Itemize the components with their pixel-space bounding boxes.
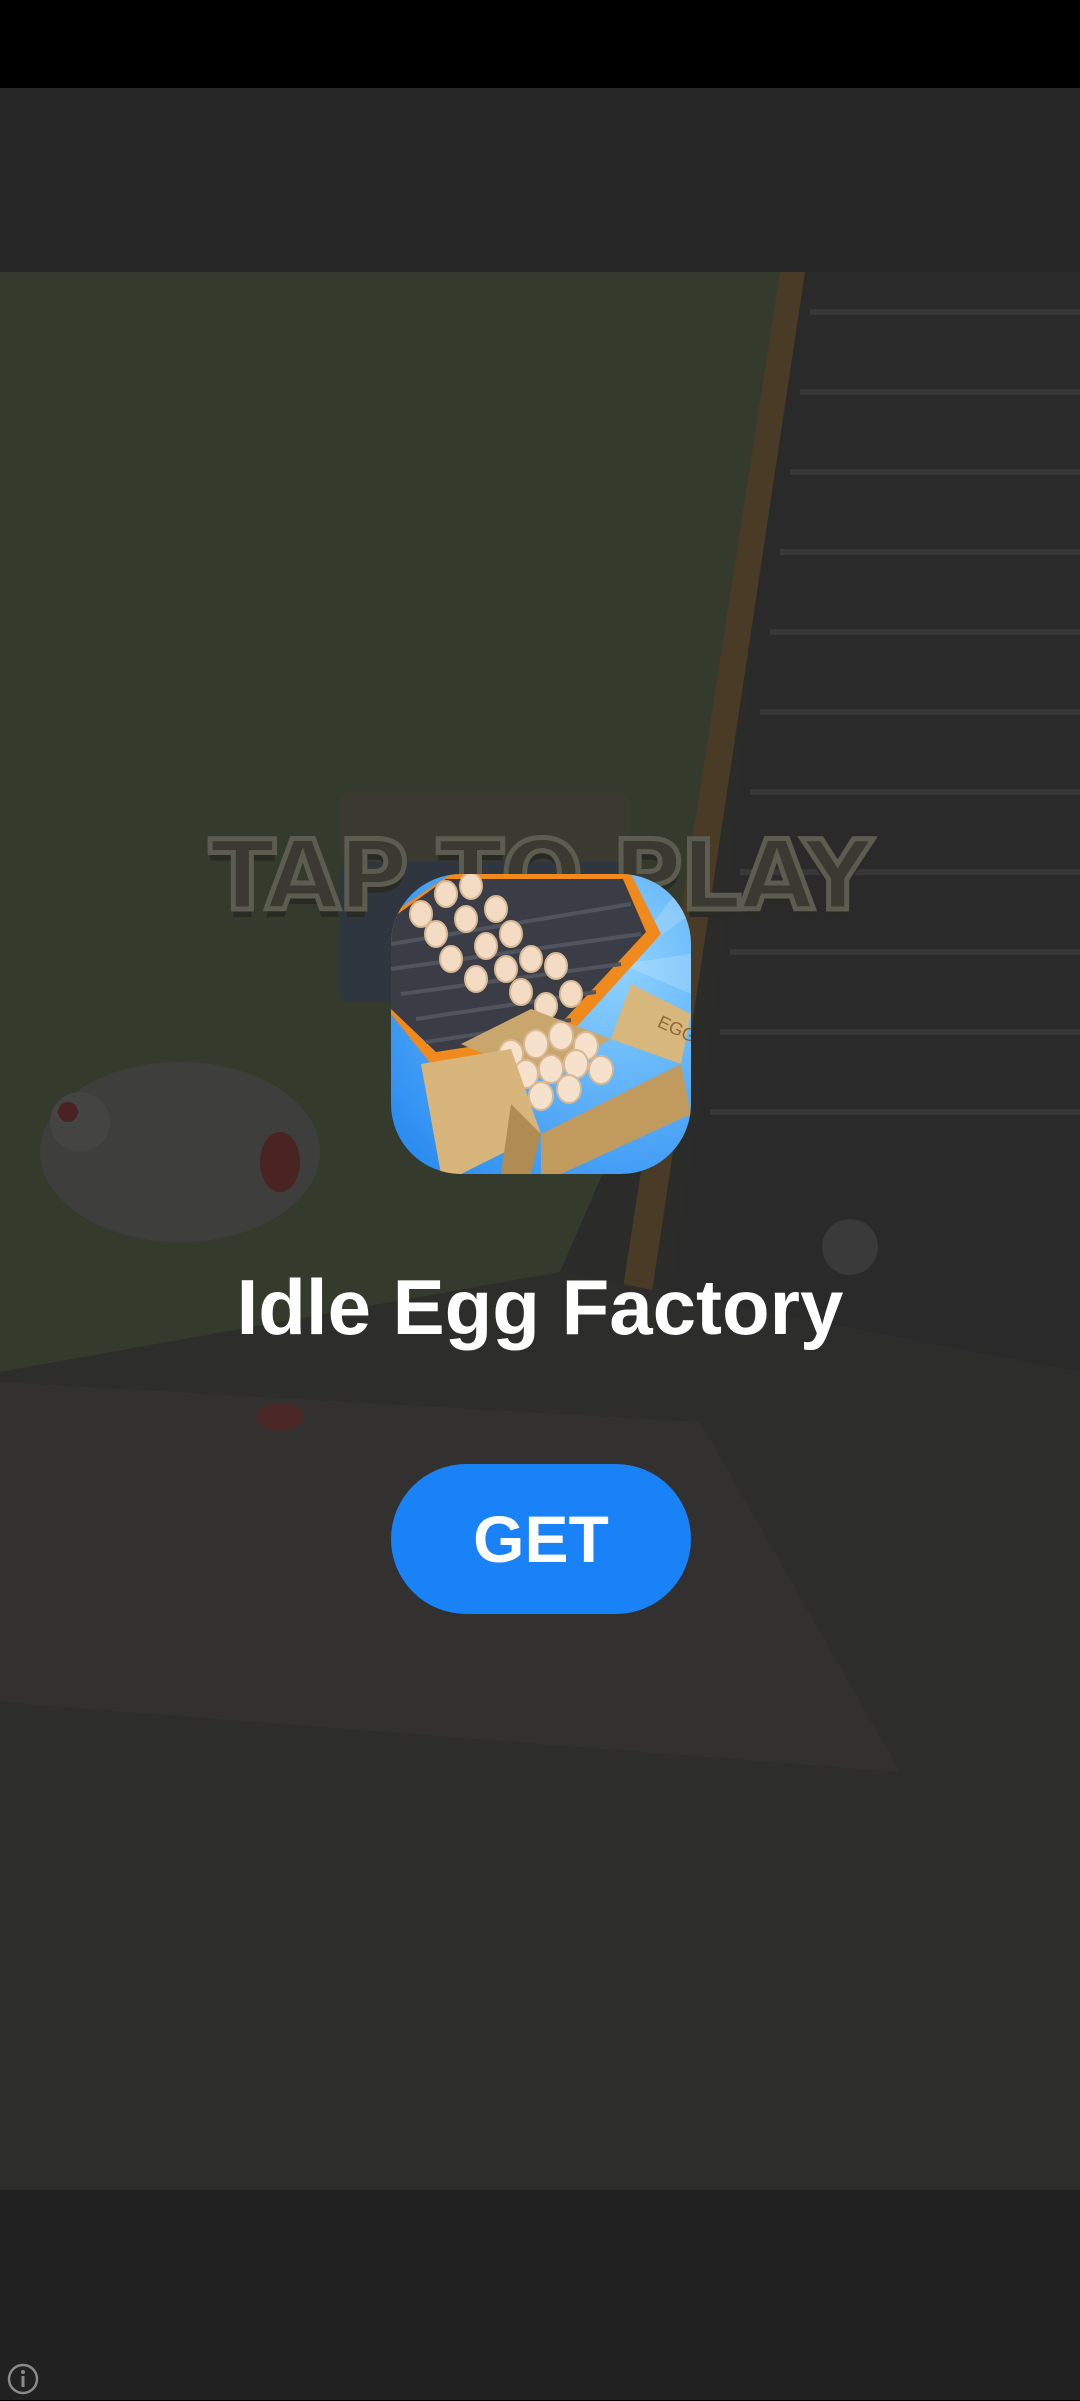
idle-egg-factory-app-icon: EGG [391,874,691,1174]
top-scrim [0,88,1080,272]
game-scene-art [0,272,1080,2190]
game-background: TAP TO PLAY [0,272,1080,2190]
info-icon[interactable] [6,2362,40,2396]
app-icon[interactable]: EGG [391,874,691,1174]
get-button[interactable]: GET [391,1464,691,1614]
bottom-scrim [0,2190,1080,2400]
app-title: Idle Egg Factory [236,1263,844,1351]
status-bar [0,0,1080,88]
